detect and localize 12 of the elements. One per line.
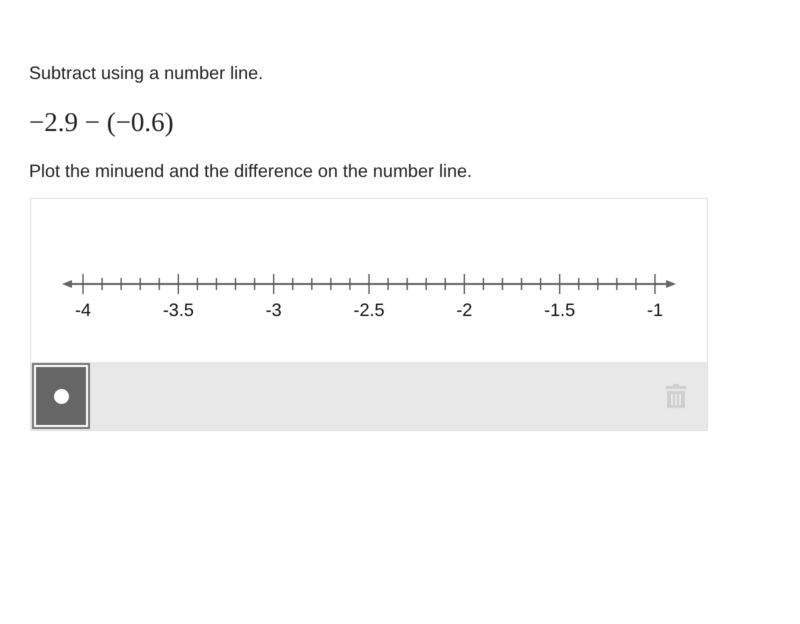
trash-icon — [665, 383, 687, 409]
tick-label: -2 — [456, 300, 472, 320]
tick-label: -3 — [266, 300, 282, 320]
prompt-text: Subtract using a number line. — [29, 62, 264, 84]
tick-label: -2.5 — [353, 300, 385, 320]
math-expression: −2.9 − (−0.6) — [29, 106, 175, 138]
tick-label: -3.5 — [162, 300, 194, 320]
tick-label: -1.5 — [544, 300, 576, 320]
tick-label: -4 — [75, 300, 91, 320]
tick-label: -1 — [647, 300, 663, 320]
instruction-text: Plot the minuend and the difference on the number line. — [29, 160, 473, 182]
point-tool-button[interactable] — [32, 363, 90, 429]
